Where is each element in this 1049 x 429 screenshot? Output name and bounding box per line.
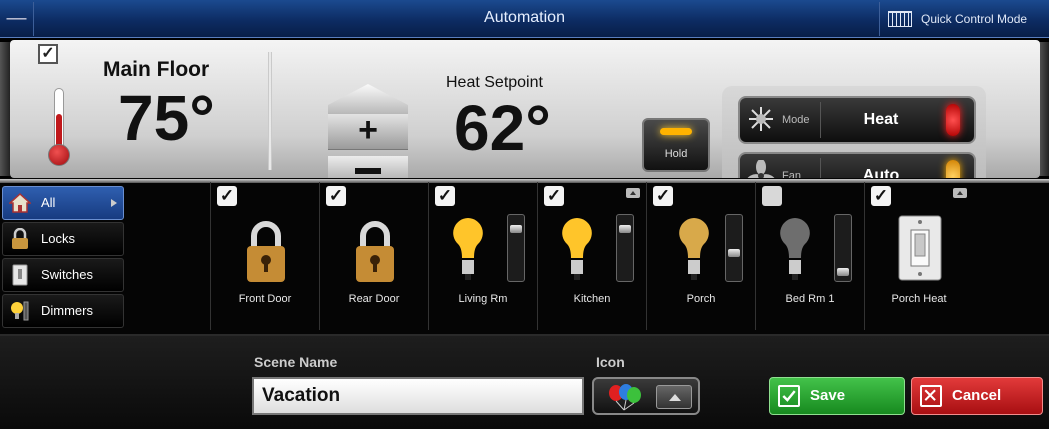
device-tile-front-door[interactable]: ✓ Front Door	[210, 182, 319, 330]
quick-control-icon	[888, 11, 912, 27]
scene-name-label: Scene Name	[254, 354, 338, 370]
bulb-icon	[11, 301, 29, 321]
collapse-tab[interactable]	[953, 188, 967, 198]
device-checkbox[interactable]: ✓	[217, 186, 237, 206]
icon-label: Icon	[596, 354, 625, 370]
cancel-label: Cancel	[952, 387, 1002, 404]
save-label: Save	[810, 387, 846, 404]
device-name: Porch Heat	[891, 293, 947, 305]
filter-dimmers-label: Dimmers	[41, 303, 93, 318]
divider	[268, 52, 272, 170]
device-name: Bed Rm 1	[785, 293, 835, 305]
device-name: Rear Door	[348, 293, 400, 305]
chevron-right-icon	[111, 199, 117, 207]
close-icon	[920, 385, 942, 407]
setpoint-value: 62°	[454, 92, 551, 164]
light-bulb-on-icon	[562, 218, 592, 280]
thermostat-panel: ✓ Main Floor 75° + Heat Setpoint 62° Mod…	[10, 40, 1040, 208]
device-tiles: ✓ Front Door ✓ Rear Door ✓ Living Rm ✓ K…	[210, 182, 973, 330]
padlock-icon	[356, 221, 394, 282]
device-filter-list: All Locks Switches Dimmers	[2, 186, 124, 330]
wall-switch-icon	[898, 215, 942, 281]
device-name: Porch	[686, 293, 716, 305]
device-checkbox[interactable]: ✓	[871, 186, 891, 206]
device-checkbox[interactable]: ✓	[435, 186, 455, 206]
cancel-button[interactable]: Cancel	[911, 377, 1043, 415]
filter-all-label: All	[41, 195, 56, 210]
thermostat-frame-right	[1039, 42, 1049, 176]
switch-icon	[12, 264, 28, 286]
dimmer-knob[interactable]	[510, 225, 522, 234]
mode-label: Mode	[782, 114, 810, 126]
icon-picker[interactable]	[592, 377, 700, 415]
home-icon	[9, 192, 31, 213]
device-checkbox[interactable]: ✓	[544, 186, 564, 206]
scene-name-input[interactable]: Vacation	[252, 377, 584, 415]
device-name: Front Door	[238, 293, 292, 305]
device-checkbox[interactable]: ✓	[326, 186, 346, 206]
dimmer-knob[interactable]	[619, 225, 631, 234]
quick-control-mode-button[interactable]: Quick Control Mode	[879, 2, 1049, 36]
quick-control-mode-label: Quick Control Mode	[921, 12, 1028, 26]
filter-all[interactable]: All	[2, 186, 124, 220]
setpoint-up-arrow[interactable]	[328, 84, 408, 114]
thermostat-frame-left	[0, 42, 10, 176]
mode-led	[946, 104, 960, 136]
balloons-icon	[609, 384, 641, 411]
dimmer-slider[interactable]	[616, 214, 634, 282]
light-bulb-on-icon	[453, 218, 483, 280]
save-button[interactable]: Save	[769, 377, 905, 415]
filter-locks-label: Locks	[41, 231, 75, 246]
snowflake-sun-icon	[749, 107, 773, 131]
device-name: Kitchen	[573, 293, 611, 305]
lock-icon	[12, 228, 28, 249]
device-tile-kitchen[interactable]: ✓ Kitchen	[537, 182, 646, 330]
current-temperature: 75°	[118, 82, 215, 154]
device-checkbox[interactable]: ✓	[653, 186, 673, 206]
device-tile-bed-rm-1[interactable]: ✓ Bed Rm 1	[755, 182, 864, 330]
icon-picker-up-button[interactable]	[656, 385, 692, 409]
dimmer-slider[interactable]	[507, 214, 525, 282]
mode-button[interactable]: Mode Heat	[738, 96, 976, 144]
mode-value: Heat	[863, 111, 899, 128]
device-tile-porch-heat[interactable]: ✓ Porch Heat	[864, 182, 973, 330]
light-bulb-dim-icon	[679, 218, 709, 280]
filter-locks[interactable]: Locks	[2, 222, 124, 256]
hold-button[interactable]: Hold	[642, 118, 710, 172]
hold-label: Hold	[664, 148, 688, 160]
zone-name: Main Floor	[103, 58, 210, 81]
filter-switches-label: Switches	[41, 267, 94, 282]
device-tile-porch[interactable]: ✓ Porch	[646, 182, 755, 330]
setpoint-label: Heat Setpoint	[446, 74, 543, 91]
checkmark-icon	[778, 385, 800, 407]
thermometer-icon	[48, 88, 70, 168]
device-tile-living-rm[interactable]: ✓ Living Rm	[428, 182, 537, 330]
padlock-icon	[247, 221, 285, 282]
filter-switches[interactable]: Switches	[2, 258, 124, 292]
setpoint-increase-button[interactable]: +	[328, 113, 408, 150]
light-bulb-off-icon	[780, 218, 810, 280]
device-checkbox[interactable]: ✓	[762, 186, 782, 206]
device-name: Living Rm	[458, 293, 508, 305]
dimmer-knob[interactable]	[837, 268, 849, 277]
dimmer-slider[interactable]	[725, 214, 743, 282]
hold-led	[660, 128, 692, 135]
collapse-tab[interactable]	[626, 188, 640, 198]
filter-dimmers[interactable]: Dimmers	[2, 294, 124, 328]
device-tile-rear-door[interactable]: ✓ Rear Door	[319, 182, 428, 330]
title-bar: — Automation Quick Control Mode	[0, 0, 1049, 38]
dimmer-slider[interactable]	[834, 214, 852, 282]
dimmer-knob[interactable]	[728, 249, 740, 258]
thermostat-include-checkbox[interactable]: ✓	[38, 44, 58, 64]
